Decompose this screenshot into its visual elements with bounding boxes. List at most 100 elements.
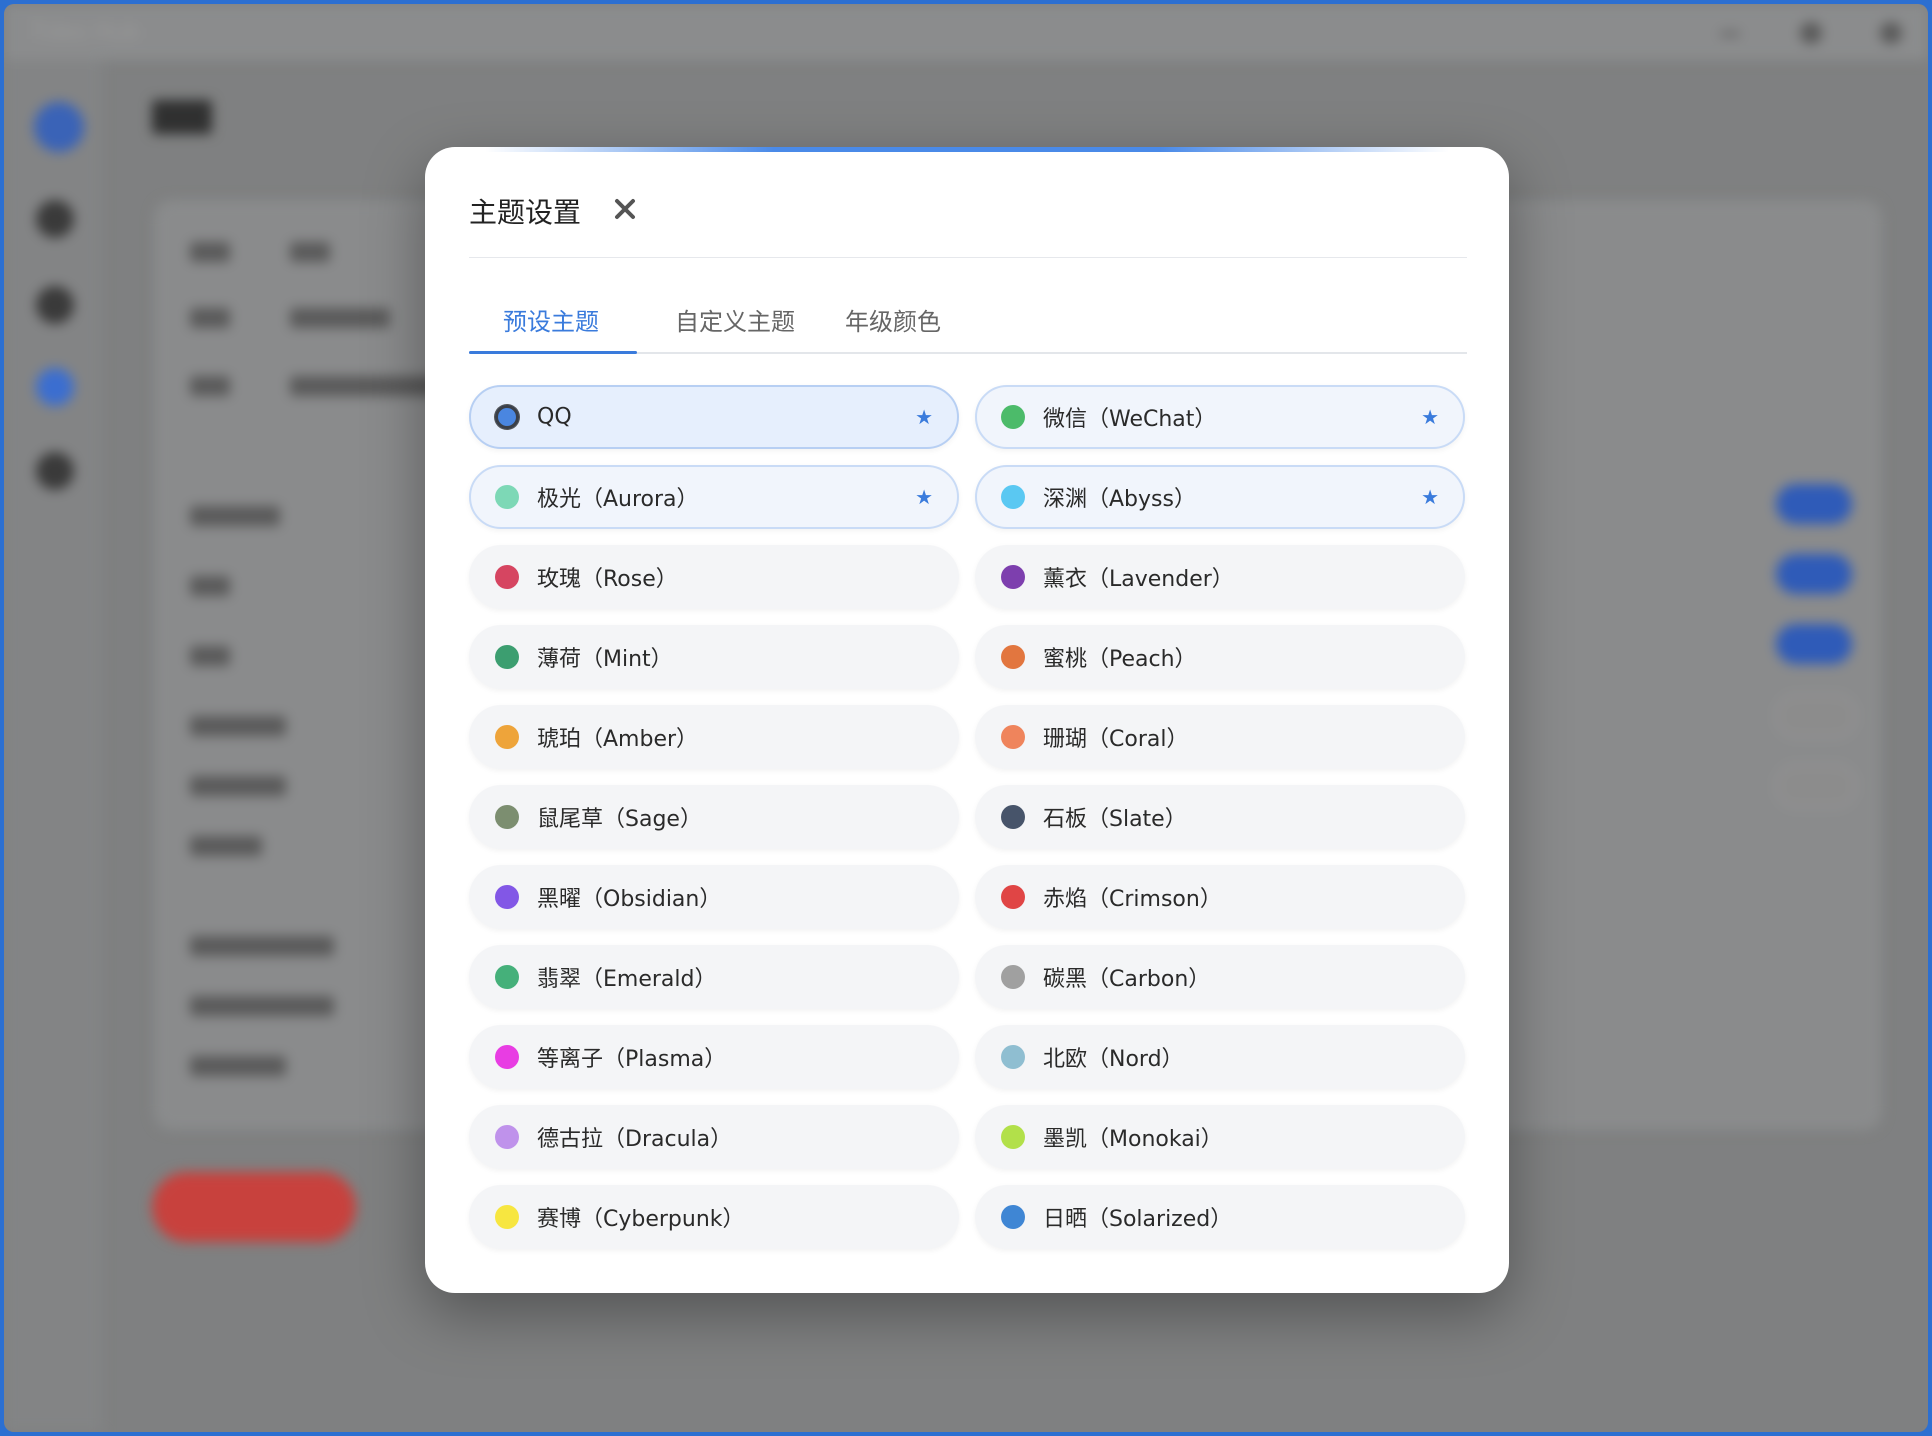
theme-name: 翡翠（Emerald）: [537, 967, 717, 992]
theme-option-qq[interactable]: QQ ★: [469, 385, 959, 449]
dialog-accent-bar: [485, 147, 1449, 152]
theme-option-sage[interactable]: 鼠尾草（Sage）: [469, 785, 959, 849]
bg-row: [290, 242, 330, 262]
theme-name: 墨凯（Monokai）: [1043, 1127, 1223, 1152]
bg-row: [190, 242, 230, 262]
theme-name: 玫瑰（Rose）: [537, 567, 678, 592]
theme-name: 碳黑（Carbon）: [1043, 967, 1211, 992]
theme-color-dot: [495, 725, 519, 749]
page-title: [152, 100, 212, 134]
theme-name: 微信（WeChat）: [1043, 407, 1217, 432]
sidebar-item-1[interactable]: [36, 200, 74, 238]
active-tab-indicator: [469, 351, 637, 354]
theme-tabs: 预设主题 自定义主题 年级颜色: [469, 292, 1467, 354]
theme-option-lavender[interactable]: 薰衣（Lavender）: [975, 545, 1465, 609]
theme-option-peach[interactable]: 蜜桃（Peach）: [975, 625, 1465, 689]
theme-color-dot: [1001, 405, 1025, 429]
theme-option-obsidian[interactable]: 黑曜（Obsidian）: [469, 865, 959, 929]
bg-toggle[interactable]: [1776, 764, 1856, 808]
theme-option-coral[interactable]: 珊瑚（Coral）: [975, 705, 1465, 769]
star-icon[interactable]: ★: [1421, 405, 1439, 429]
theme-option-nord[interactable]: 北欧（Nord）: [975, 1025, 1465, 1089]
tab-preset-themes[interactable]: 预设主题: [503, 302, 599, 337]
minimize-icon[interactable]: [1720, 32, 1740, 36]
theme-name: 石板（Slate）: [1043, 807, 1187, 832]
star-icon[interactable]: ★: [915, 485, 933, 509]
theme-name: 鼠尾草（Sage）: [537, 807, 702, 832]
theme-name: 赛博（Cyberpunk）: [537, 1207, 745, 1232]
theme-name: 德古拉（Dracula）: [537, 1127, 733, 1152]
settings-icon[interactable]: [1800, 22, 1822, 44]
theme-name: 深渊（Abyss）: [1043, 487, 1196, 512]
logout-button[interactable]: [152, 1172, 356, 1242]
tab-custom-theme[interactable]: 自定义主题: [675, 302, 795, 337]
bg-toggle[interactable]: [1776, 694, 1856, 738]
theme-option-rose[interactable]: 玫瑰（Rose）: [469, 545, 959, 609]
bg-row: [190, 936, 334, 956]
theme-option-wechat[interactable]: 微信（WeChat） ★: [975, 385, 1465, 449]
theme-name: 蜜桃（Peach）: [1043, 647, 1197, 672]
theme-color-dot: [1001, 645, 1025, 669]
theme-color-dot: [1001, 805, 1025, 829]
theme-option-abyss[interactable]: 深渊（Abyss） ★: [975, 465, 1465, 529]
theme-color-dot: [495, 965, 519, 989]
bg-row: [190, 1056, 286, 1076]
theme-name: 珊瑚（Coral）: [1043, 727, 1189, 752]
theme-option-mint[interactable]: 薄荷（Mint）: [469, 625, 959, 689]
theme-option-plasma[interactable]: 等离子（Plasma）: [469, 1025, 959, 1089]
theme-color-dot: [495, 485, 519, 509]
close-window-icon[interactable]: [1880, 22, 1902, 44]
bg-toggle[interactable]: [1776, 484, 1852, 524]
theme-color-dot: [1001, 485, 1025, 509]
sidebar: [4, 60, 102, 1432]
bg-row: [190, 646, 230, 666]
theme-option-solarized[interactable]: 日晒（Solarized）: [975, 1185, 1465, 1249]
theme-color-dot: [1001, 1205, 1025, 1229]
theme-option-monokai[interactable]: 墨凯（Monokai）: [975, 1105, 1465, 1169]
theme-name: 薄荷（Mint）: [537, 647, 673, 672]
dialog-title: 主题设置: [469, 196, 582, 229]
theme-color-dot: [495, 805, 519, 829]
theme-option-carbon[interactable]: 碳黑（Carbon）: [975, 945, 1465, 1009]
theme-color-dot: [495, 645, 519, 669]
bg-row: [190, 836, 262, 856]
bg-row: [190, 576, 230, 596]
bg-row: [190, 308, 230, 328]
bg-row: [290, 308, 390, 328]
title-bar: Tides Hub: [4, 4, 1928, 60]
close-dialog-button[interactable]: [605, 189, 645, 229]
star-icon[interactable]: ★: [1421, 485, 1439, 509]
sidebar-item-settings[interactable]: [36, 368, 74, 406]
close-icon: [615, 199, 635, 219]
theme-color-dot: [1001, 965, 1025, 989]
theme-option-emerald[interactable]: 翡翠（Emerald）: [469, 945, 959, 1009]
bg-row: [190, 376, 230, 396]
title-divider: [469, 257, 1467, 258]
bg-toggle[interactable]: [1776, 554, 1852, 594]
star-icon[interactable]: ★: [915, 405, 933, 429]
bg-toggle[interactable]: [1776, 624, 1852, 664]
theme-color-dot: [1001, 565, 1025, 589]
theme-color-dot: [1001, 725, 1025, 749]
theme-option-cyberpunk[interactable]: 赛博（Cyberpunk）: [469, 1185, 959, 1249]
theme-option-aurora[interactable]: 极光（Aurora） ★: [469, 465, 959, 529]
theme-color-dot: [495, 1205, 519, 1229]
theme-name: 极光（Aurora）: [537, 487, 699, 512]
sidebar-item-4[interactable]: [36, 452, 74, 490]
theme-color-dot: [495, 405, 519, 429]
theme-grid: QQ ★ 微信（WeChat） ★ 极光（Aurora） ★ 深渊（Abyss） ★ 玫…: [469, 385, 1467, 1249]
bg-row: [190, 506, 280, 526]
theme-color-dot: [495, 885, 519, 909]
app-logo: [34, 102, 84, 152]
theme-option-crimson[interactable]: 赤焰（Crimson）: [975, 865, 1465, 929]
sidebar-item-2[interactable]: [36, 286, 74, 324]
theme-name: 等离子（Plasma）: [537, 1047, 727, 1072]
theme-option-slate[interactable]: 石板（Slate）: [975, 785, 1465, 849]
theme-option-dracula[interactable]: 德古拉（Dracula）: [469, 1105, 959, 1169]
theme-name: 琥珀（Amber）: [537, 727, 699, 752]
theme-color-dot: [495, 565, 519, 589]
theme-name: 北欧（Nord）: [1043, 1047, 1184, 1072]
theme-option-amber[interactable]: 琥珀（Amber）: [469, 705, 959, 769]
tab-grade-colors[interactable]: 年级颜色: [845, 302, 941, 337]
theme-name: 黑曜（Obsidian）: [537, 887, 722, 912]
